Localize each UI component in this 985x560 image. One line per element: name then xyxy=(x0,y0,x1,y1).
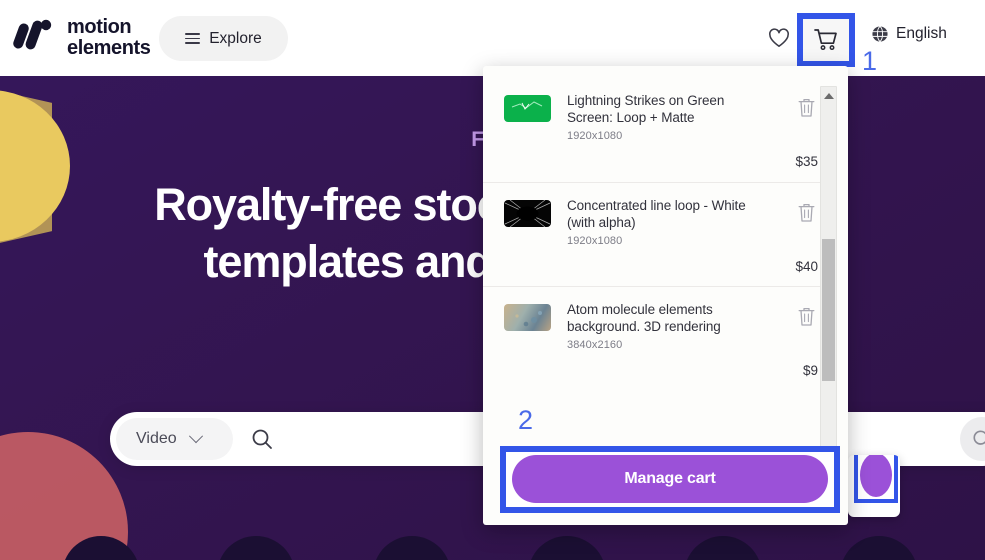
category-video[interactable] xyxy=(62,536,140,560)
logo-line-2: elements xyxy=(67,37,151,59)
search-submit-icon xyxy=(973,430,985,445)
annotation-step-2: 2 xyxy=(518,405,534,435)
annotation-step-1: 1 xyxy=(862,46,878,76)
site-logo[interactable]: motion elements xyxy=(12,15,151,61)
search-type-select[interactable]: Video xyxy=(116,418,233,460)
cart-item-title: Atom molecule elements background. 3D re… xyxy=(567,302,721,334)
cart-item-price: $9 xyxy=(802,363,818,378)
explore-button[interactable]: Explore xyxy=(159,16,288,61)
globe-icon xyxy=(872,26,888,42)
trash-icon[interactable] xyxy=(797,202,816,228)
favorites-button[interactable] xyxy=(765,24,793,52)
scrollbar-thumb[interactable] xyxy=(822,239,835,381)
language-selector[interactable]: English xyxy=(871,25,947,43)
cart-item-info: Atom molecule elements background. 3D re… xyxy=(551,301,774,384)
scroll-up-arrow-icon[interactable] xyxy=(821,88,836,103)
explore-button-label: Explore xyxy=(209,29,262,47)
category-sound-effects[interactable] xyxy=(373,536,451,560)
cart-item-actions: $40 xyxy=(774,197,820,280)
concentrated-line-loop-thumbnail xyxy=(504,200,551,227)
cart-item-info: Lightning Strikes on Green Screen: Loop … xyxy=(551,92,774,176)
category-footage[interactable] xyxy=(840,536,918,560)
search-submit-button[interactable] xyxy=(960,417,985,461)
cart-item-list: Lightning Strikes on Green Screen: Loop … xyxy=(483,78,832,466)
cart-item-actions: $35 xyxy=(774,92,820,176)
manage-cart-button[interactable]: Manage cart xyxy=(512,455,828,503)
category-templates[interactable] xyxy=(528,536,606,560)
cart-item-dimensions: 3840x2160 xyxy=(567,339,623,351)
cart-button[interactable] xyxy=(797,13,855,67)
hamburger-menu-icon xyxy=(185,33,201,44)
cart-item-actions: $9 xyxy=(774,301,820,384)
language-label: English xyxy=(896,25,947,42)
category-row xyxy=(0,536,985,560)
heart-icon xyxy=(769,28,789,47)
cart-item[interactable]: Atom molecule elements background. 3D re… xyxy=(483,286,832,390)
trash-icon[interactable] xyxy=(797,97,816,123)
logo-line-1: motion xyxy=(67,16,132,38)
trash-icon[interactable] xyxy=(797,306,816,332)
cart-item[interactable]: Lightning Strikes on Green Screen: Loop … xyxy=(483,78,832,182)
shopping-cart-icon xyxy=(814,29,837,51)
cart-item-info: Concentrated line loop - White (with alp… xyxy=(551,197,774,280)
preview-card-edge xyxy=(848,455,900,517)
cart-item-price: $40 xyxy=(795,259,818,274)
page-root: Fast Royalty-free stock videos, music, t… xyxy=(0,0,985,560)
category-music[interactable] xyxy=(217,536,295,560)
atom-molecule-thumbnail xyxy=(504,304,551,331)
search-type-value: Video xyxy=(136,430,177,447)
lightning-green-screen-thumbnail xyxy=(504,95,551,122)
cart-item-price: $35 xyxy=(795,154,818,169)
site-logo-text: motion elements xyxy=(67,17,151,59)
magnifier-icon[interactable] xyxy=(251,428,273,450)
motion-elements-logo-icon xyxy=(12,15,58,61)
cart-item-dimensions: 1920x1080 xyxy=(567,235,623,247)
cart-item[interactable]: Concentrated line loop - White (with alp… xyxy=(483,182,832,286)
chevron-down-icon xyxy=(188,429,203,444)
cart-item-title: Concentrated line loop - White (with alp… xyxy=(567,198,746,230)
cart-item-dimensions: 1920x1080 xyxy=(567,130,623,142)
cart-scrollbar[interactable] xyxy=(820,86,837,461)
cart-item-title: Lightning Strikes on Green Screen: Loop … xyxy=(567,93,725,125)
category-graphics[interactable] xyxy=(684,536,762,560)
site-header: motion elements Explore English xyxy=(0,0,985,76)
